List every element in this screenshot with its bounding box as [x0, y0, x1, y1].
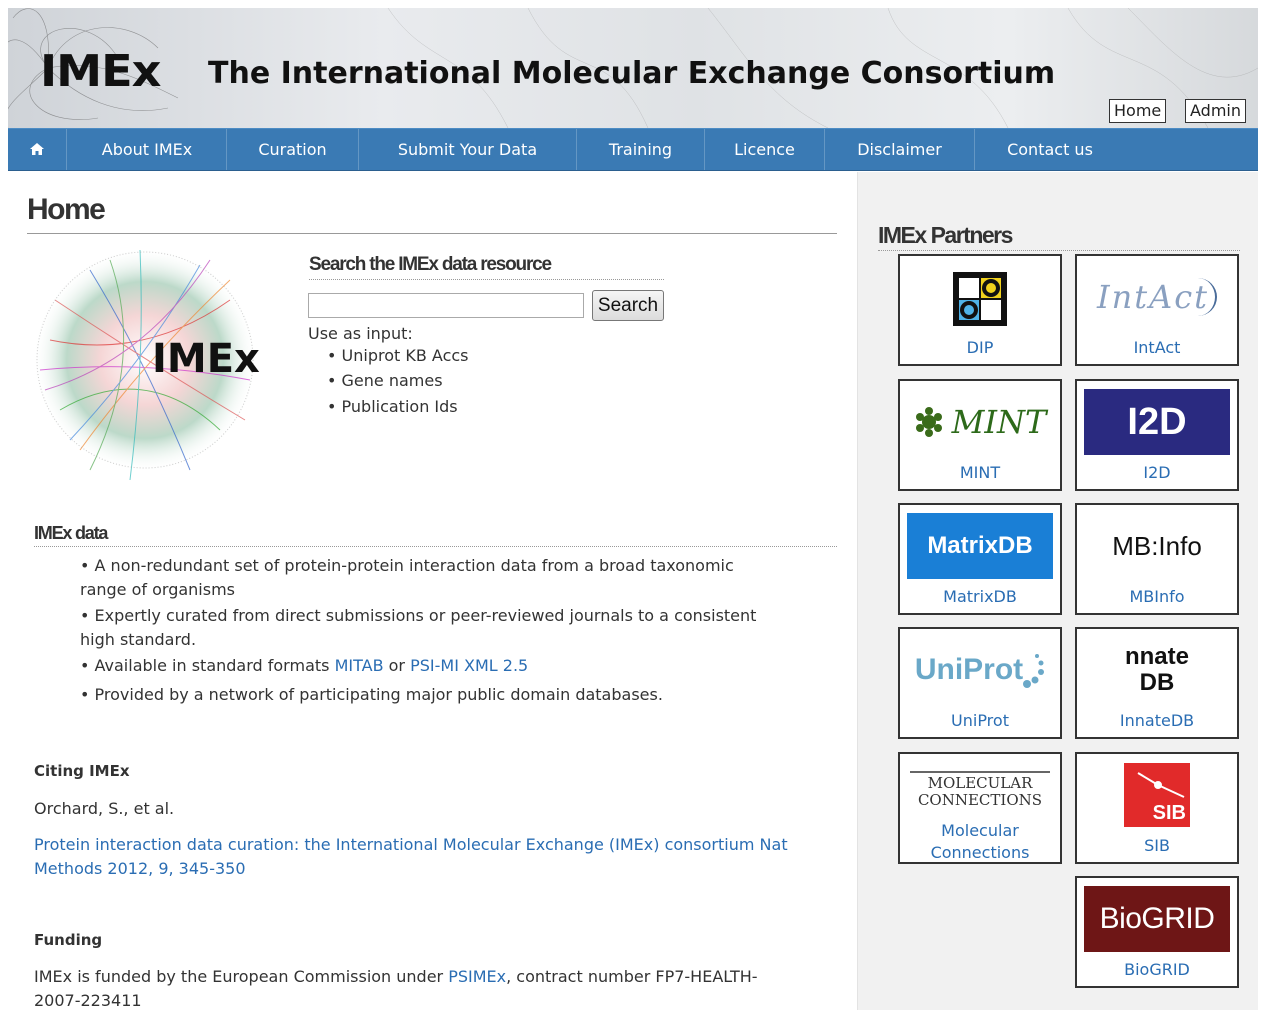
partner-label: I2D: [1143, 463, 1171, 482]
bullet-text: • Available in standard formats: [80, 656, 335, 675]
matrixdb-logo-text: MatrixDB: [927, 532, 1033, 559]
partner-card-biogrid[interactable]: BioGRID BioGRID: [1075, 876, 1239, 988]
partner-label: IntAct: [1133, 338, 1181, 357]
nav-training[interactable]: Training: [577, 129, 705, 170]
partner-label: InnateDB: [1119, 711, 1195, 730]
partner-label: MINT: [959, 463, 1001, 482]
intact-logo: IntAct: [1084, 264, 1230, 330]
mbinfo-logo-text: MB:Info: [1112, 530, 1202, 561]
bullet-text: or: [383, 656, 411, 675]
partners-title: IMEx Partners: [878, 222, 1240, 251]
partner-card-innatedb[interactable]: nnate DB InnateDB: [1075, 627, 1239, 739]
i2d-logo: I2D: [1084, 389, 1230, 455]
search-input[interactable]: [308, 293, 584, 318]
home-button[interactable]: Home: [1109, 99, 1167, 123]
sib-logo-block: SIB: [1124, 763, 1190, 827]
imex-hero-image: IMEx: [30, 240, 292, 492]
sib-logo-text: SIB: [1152, 802, 1186, 824]
partner-card-uniprot[interactable]: UniProt UniProt: [898, 627, 1062, 739]
imex-data-heading: IMEx data: [34, 523, 837, 547]
psi-mi-xml-link[interactable]: PSI-MI XML 2.5: [410, 656, 528, 675]
site-title: The International Molecular Exchange Con…: [208, 56, 1056, 91]
partner-label: DIP: [966, 338, 994, 357]
innatedb-logo: nnate DB: [1084, 637, 1230, 703]
mint-logo-text: MINT: [951, 403, 1047, 441]
partner-card-mint[interactable]: MINT MINT: [898, 379, 1062, 491]
search-section-title: Search the IMEx data resource: [309, 254, 664, 280]
uniprot-dots-icon: [1023, 654, 1045, 688]
psimex-link[interactable]: PSIMEx: [448, 967, 506, 986]
imex-data-bullet: • Provided by a network of participating…: [80, 685, 663, 704]
admin-button[interactable]: Admin: [1185, 99, 1246, 123]
imex-data-bullet: • Expertly curated from direct submissio…: [80, 606, 757, 649]
i2d-logo-text: I2D: [1127, 400, 1187, 443]
search-input-type: • Publication Ids: [327, 397, 458, 416]
imex-logo[interactable]: IMEx: [40, 46, 161, 97]
nav-home[interactable]: [8, 129, 67, 170]
partner-card-molecular-connections[interactable]: MOLECULAR CONNECTIONS Molecular Connecti…: [898, 752, 1062, 864]
dip-logo: [907, 264, 1053, 330]
citing-authors: Orchard, S., et al.: [34, 799, 175, 818]
partner-label: MBInfo: [1129, 587, 1185, 606]
partner-label: SIB: [1144, 836, 1170, 855]
biogrid-logo-text: BioGRID: [1099, 902, 1215, 935]
mint-leaf-icon: [915, 407, 942, 437]
search-help-label: Use as input:: [308, 324, 413, 343]
partner-label: MatrixDB: [943, 587, 1017, 606]
sib-logo: SIB: [1084, 762, 1230, 828]
search-button[interactable]: Search: [592, 290, 664, 321]
molecular-connections-logo: MOLECULAR CONNECTIONS: [907, 762, 1053, 818]
partner-label: Molecular Connections: [930, 821, 1030, 862]
main-nav: About IMEx Curation Submit Your Data Tra…: [8, 128, 1258, 171]
page-title: Home: [27, 193, 837, 234]
funding-text-prefix: IMEx is funded by the European Commissio…: [34, 967, 449, 986]
partner-label: UniProt: [951, 711, 1009, 730]
nav-contact-us[interactable]: Contact us: [975, 129, 1125, 170]
nav-curation[interactable]: Curation: [227, 129, 359, 170]
mint-logo: MINT: [907, 389, 1053, 455]
partner-card-sib[interactable]: SIB SIB: [1075, 752, 1239, 864]
partner-card-i2d[interactable]: I2D I2D: [1075, 379, 1239, 491]
funding-text: IMEx is funded by the European Commissio…: [34, 965, 794, 1010]
mitab-link[interactable]: MITAB: [335, 656, 384, 675]
partner-card-dip[interactable]: DIP: [898, 254, 1062, 366]
partner-label: BioGRID: [1124, 960, 1190, 979]
intact-logo-text: IntAct: [1097, 278, 1217, 316]
hero-network-graphic: IMEx: [33, 248, 260, 481]
uniprot-logo-text: UniProt: [914, 653, 1024, 686]
partner-card-mbinfo[interactable]: MB:Info MBInfo: [1075, 503, 1239, 615]
nav-disclaimer[interactable]: Disclaimer: [825, 129, 975, 170]
nav-about-imex[interactable]: About IMEx: [68, 129, 227, 170]
biogrid-logo: BioGRID: [1084, 886, 1230, 952]
imex-data-bullet: • Available in standard formats MITAB or…: [80, 654, 840, 678]
nav-licence[interactable]: Licence: [705, 129, 825, 170]
partners-sidebar: IMEx Partners DIP IntAct IntAct MINT MIN…: [857, 172, 1258, 1010]
search-input-type: • Uniprot KB Accs: [327, 346, 469, 365]
sib-network-icon: [1137, 772, 1185, 798]
molecular-connections-logo-text: MOLECULAR CONNECTIONS: [910, 771, 1050, 809]
home-icon: [30, 143, 44, 155]
uniprot-logo: UniProt: [907, 637, 1053, 703]
hero-logo-text: IMEx: [152, 336, 260, 382]
innatedb-logo-text: nnate DB: [1124, 643, 1189, 696]
matrixdb-logo: MatrixDB: [907, 513, 1053, 579]
nav-submit-your-data[interactable]: Submit Your Data: [359, 129, 577, 170]
citing-heading: Citing IMEx: [34, 762, 130, 780]
partner-card-intact[interactable]: IntAct IntAct: [1075, 254, 1239, 366]
citation-link[interactable]: Protein interaction data curation: the I…: [34, 833, 794, 881]
search-input-type: • Gene names: [327, 371, 443, 390]
funding-heading: Funding: [34, 931, 103, 949]
partner-card-matrixdb[interactable]: MatrixDB MatrixDB: [898, 503, 1062, 615]
mbinfo-logo: MB:Info: [1084, 513, 1230, 579]
site-header: IMEx The International Molecular Exchang…: [8, 8, 1258, 128]
imex-data-bullet: • A non-redundant set of protein-protein…: [80, 556, 734, 599]
